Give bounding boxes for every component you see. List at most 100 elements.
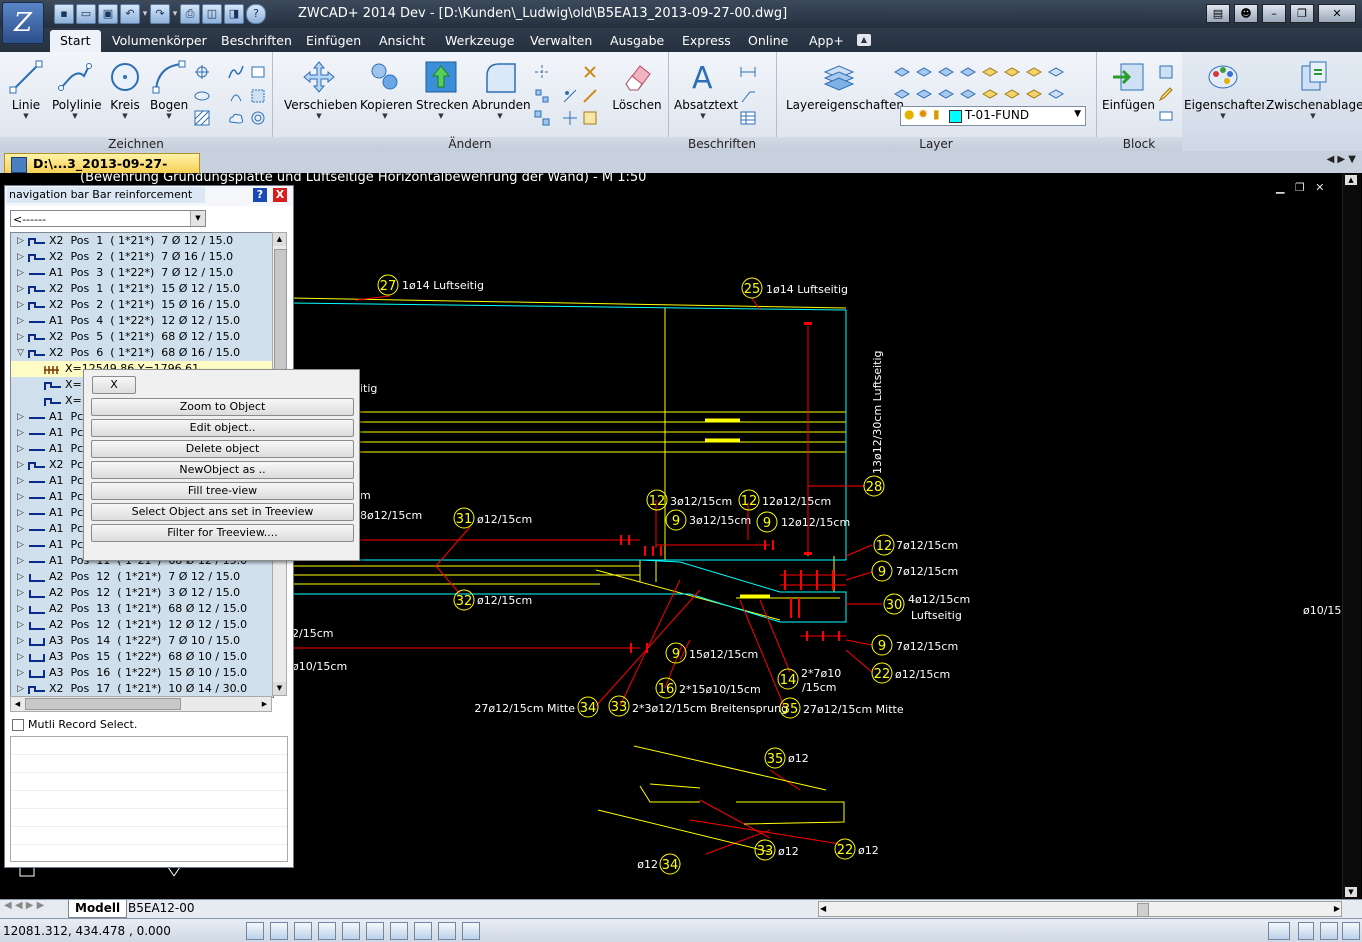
fill-tree-view-button[interactable]: Fill tree-view bbox=[91, 482, 354, 500]
status-menu-icon[interactable] bbox=[1298, 922, 1314, 940]
tab-ausgabe[interactable]: Ausgabe bbox=[610, 33, 664, 48]
transparency-toggle-icon[interactable] bbox=[438, 922, 456, 940]
kopieren-button[interactable]: Kopieren ▼ bbox=[360, 60, 413, 120]
collapsed-triangle-icon[interactable]: ▷ bbox=[17, 409, 27, 425]
tab-volumenkoerper[interactable]: Volumenkörper bbox=[112, 33, 207, 48]
ortho-toggle-icon[interactable] bbox=[294, 922, 312, 940]
abrunden-button[interactable]: Abrunden ▼ bbox=[472, 60, 531, 120]
tree-item[interactable]: ▷ A3 Pos 14 ( 1*22*) 7 Ø 10 / 15.0 bbox=[11, 633, 273, 649]
collapsed-triangle-icon[interactable]: ▷ bbox=[17, 233, 27, 249]
tree-item[interactable]: ▷ A2 Pos 12 ( 1*21*) 7 Ø 12 / 15.0 bbox=[11, 569, 273, 585]
leader-icon[interactable] bbox=[740, 88, 756, 104]
collapsed-triangle-icon[interactable]: ▷ bbox=[17, 521, 27, 537]
undo-dropdown-icon[interactable]: ▾ bbox=[142, 4, 148, 24]
layer-dropdown[interactable]: ● ✹ ▮ T-01-FUND ▼ bbox=[900, 106, 1086, 126]
help-icon[interactable]: ? bbox=[246, 4, 266, 24]
new-object-as-button[interactable]: NewObject as .. bbox=[91, 461, 354, 479]
grid-toggle-icon[interactable] bbox=[270, 922, 288, 940]
scroll-right-icon[interactable]: ▶ bbox=[258, 697, 271, 711]
scroll-down-icon[interactable]: ▼ bbox=[1345, 887, 1357, 897]
collapsed-triangle-icon[interactable]: ▷ bbox=[17, 281, 27, 297]
layereigenschaften-button[interactable]: Layereigenschaften bbox=[786, 60, 904, 112]
wipeout-icon[interactable] bbox=[250, 110, 266, 126]
array-icon[interactable] bbox=[534, 110, 550, 126]
layer-tool-icon[interactable] bbox=[1004, 64, 1020, 80]
rotate-icon[interactable] bbox=[534, 88, 550, 104]
collapsed-triangle-icon[interactable]: ▷ bbox=[17, 249, 27, 265]
collapsed-triangle-icon[interactable]: ▷ bbox=[17, 569, 27, 585]
group-zwischenablage[interactable]: Zwischenablage ▼ bbox=[1264, 52, 1362, 151]
quick-properties-toggle-icon[interactable] bbox=[462, 922, 480, 940]
collapsed-triangle-icon[interactable]: ▷ bbox=[17, 665, 27, 681]
tab-online[interactable]: Online bbox=[748, 33, 788, 48]
redo-dropdown-icon[interactable]: ▾ bbox=[172, 4, 178, 24]
context-menu-close-button[interactable]: X bbox=[92, 376, 136, 394]
collapsed-triangle-icon[interactable]: ▷ bbox=[17, 633, 27, 649]
delete-object-button[interactable]: Delete object bbox=[91, 440, 354, 458]
tab-modell[interactable]: Modell bbox=[68, 900, 128, 918]
edit-block-icon[interactable] bbox=[1158, 86, 1174, 102]
tab-werkzeuge[interactable]: Werkzeuge bbox=[445, 33, 515, 48]
publish-icon[interactable]: ◨ bbox=[224, 4, 244, 24]
workspace-gear-icon[interactable] bbox=[1268, 922, 1290, 940]
tree-horizontal-scrollbar[interactable]: ◀ ▶ bbox=[10, 696, 272, 712]
record-list[interactable] bbox=[10, 736, 288, 862]
restore-icon[interactable]: ❐ bbox=[1290, 4, 1314, 23]
collapsed-triangle-icon[interactable]: ▷ bbox=[17, 585, 27, 601]
collapsed-triangle-icon[interactable]: ▷ bbox=[17, 457, 27, 473]
tree-item[interactable]: ▷ A1 Pos 4 ( 1*22*) 12 Ø 12 / 15.0 bbox=[11, 313, 273, 329]
absatztext-button[interactable]: A Absatztext ▼ bbox=[674, 60, 738, 120]
group-eigenschaften[interactable]: Eigenschaften ▼ bbox=[1182, 52, 1269, 151]
select-object-in-treeview-button[interactable]: Select Object ans set in Treeview bbox=[91, 503, 354, 521]
tab-beschriften[interactable]: Beschriften bbox=[221, 33, 292, 48]
explode-icon[interactable] bbox=[582, 64, 598, 80]
loeschen-button[interactable]: Löschen bbox=[612, 60, 662, 112]
tree-item[interactable]: ▷ X2 Pos 2 ( 1*21*) 15 Ø 16 / 15.0 bbox=[11, 297, 273, 313]
polylinie-button[interactable]: Polylinie ▼ bbox=[52, 60, 102, 120]
collapsed-triangle-icon[interactable]: ▷ bbox=[17, 297, 27, 313]
extend-icon[interactable] bbox=[582, 110, 598, 126]
dyn-ucs-toggle-icon[interactable] bbox=[390, 922, 408, 940]
new-icon[interactable]: ▪ bbox=[54, 4, 74, 24]
layer-tool-icon[interactable] bbox=[1026, 64, 1042, 80]
expanded-triangle-icon[interactable]: ▽ bbox=[17, 345, 27, 361]
tree-item[interactable]: ▷ X2 Pos 17 ( 1*21*) 10 Ø 14 / 30.0 bbox=[11, 681, 273, 697]
open-icon[interactable]: ▭ bbox=[76, 4, 96, 24]
collapsed-triangle-icon[interactable]: ▷ bbox=[17, 601, 27, 617]
help-icon[interactable]: ? bbox=[253, 188, 267, 202]
tab-layout-b5ea12[interactable]: B5EA12-00 bbox=[122, 900, 201, 917]
layer-tool-icon[interactable] bbox=[982, 64, 998, 80]
tab-express[interactable]: Express bbox=[682, 33, 731, 48]
tab-ansicht[interactable]: Ansicht bbox=[379, 33, 425, 48]
scroll-up-icon[interactable]: ▲ bbox=[1345, 175, 1357, 185]
osnap-toggle-icon[interactable] bbox=[342, 922, 360, 940]
collapsed-triangle-icon[interactable]: ▷ bbox=[17, 649, 27, 665]
scroll-thumb[interactable] bbox=[25, 698, 181, 710]
otrack-toggle-icon[interactable] bbox=[366, 922, 384, 940]
hatch-icon[interactable] bbox=[194, 110, 210, 126]
scroll-down-icon[interactable]: ▼ bbox=[273, 682, 286, 695]
layout-tab-navigation[interactable]: ◀ ◀ ▶ ▶ bbox=[4, 900, 44, 911]
layer-tool-icon[interactable] bbox=[982, 86, 998, 102]
collapsed-triangle-icon[interactable]: ▷ bbox=[17, 329, 27, 345]
minimize-ribbon-icon[interactable]: ▲ bbox=[857, 34, 871, 46]
region-icon[interactable] bbox=[250, 88, 266, 104]
viewport-controls[interactable]: ▁ ❐ ✕ bbox=[1276, 181, 1325, 194]
lineweight-toggle-icon[interactable] bbox=[414, 922, 432, 940]
tree-item[interactable]: ▽ X2 Pos 6 ( 1*21*) 68 Ø 16 / 15.0 bbox=[11, 345, 273, 361]
linie-button[interactable]: Linie ▼ bbox=[8, 60, 44, 120]
collapsed-triangle-icon[interactable]: ▷ bbox=[17, 537, 27, 553]
zwischenablage-button[interactable]: Zwischenablage ▼ bbox=[1266, 60, 1362, 120]
save-icon[interactable]: ▣ bbox=[98, 4, 118, 24]
app-logo-icon[interactable]: Z bbox=[2, 2, 44, 44]
collapsed-triangle-icon[interactable]: ▷ bbox=[17, 265, 27, 281]
tree-item[interactable]: ▷ A1 Pos 3 ( 1*22*) 7 Ø 12 / 15.0 bbox=[11, 265, 273, 281]
tab-start[interactable]: Start bbox=[50, 30, 101, 52]
rectangle-icon[interactable] bbox=[250, 64, 266, 80]
layer-tool-icon[interactable] bbox=[1048, 64, 1064, 80]
scroll-left-icon[interactable]: ◀ bbox=[11, 697, 24, 711]
print-icon[interactable]: ⎙ bbox=[180, 4, 200, 24]
layer-tool-icon[interactable] bbox=[916, 64, 932, 80]
multi-record-select[interactable]: Mutli Record Select. bbox=[12, 718, 137, 731]
collapsed-triangle-icon[interactable]: ▷ bbox=[17, 473, 27, 489]
